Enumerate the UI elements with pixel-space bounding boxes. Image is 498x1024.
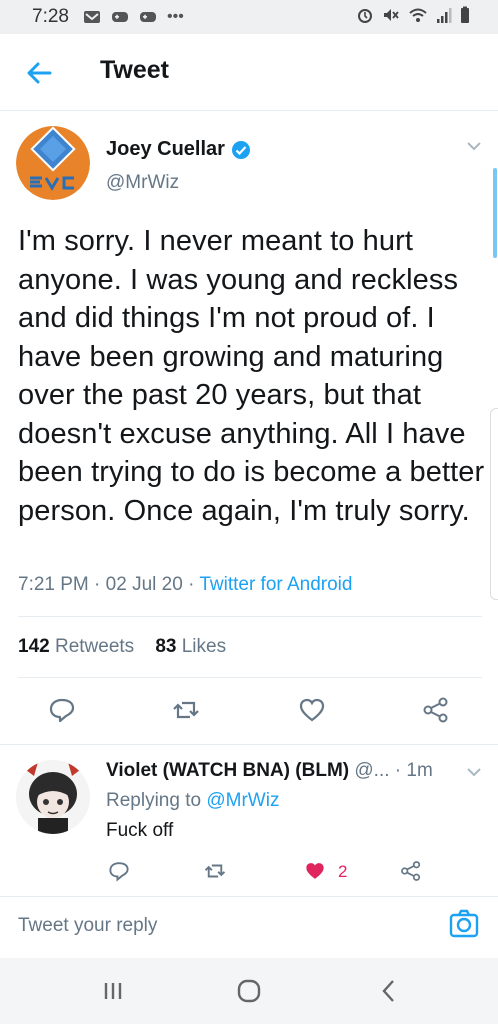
reply-avatar[interactable] xyxy=(16,760,90,834)
status-time: 7:28 xyxy=(32,6,69,27)
divider xyxy=(18,677,482,678)
share-icon[interactable] xyxy=(422,696,450,724)
alarm-icon xyxy=(358,9,372,23)
more-dots-icon: ••• xyxy=(166,8,184,25)
page-title: Tweet xyxy=(100,56,169,84)
replying-to-label: Replying to xyxy=(106,790,202,811)
replying-to-handle-link[interactable]: @MrWiz xyxy=(206,790,279,811)
camera-icon[interactable] xyxy=(448,908,480,940)
author-handle[interactable]: @MrWiz xyxy=(106,172,179,194)
reply-author-handle[interactable]: @... xyxy=(354,760,389,781)
top-app-bar: Tweet xyxy=(0,34,498,111)
retweet-icon[interactable] xyxy=(204,860,226,882)
likes-count: 83 xyxy=(155,636,177,657)
game-controller-icon xyxy=(139,12,156,22)
status-right-icons xyxy=(356,6,470,24)
retweet-icon[interactable] xyxy=(172,696,200,724)
separator: · xyxy=(394,760,402,781)
reply-composer[interactable]: Tweet your reply xyxy=(0,896,498,957)
replying-to: Replying to @MrWiz xyxy=(106,790,279,812)
chevron-down-icon[interactable] xyxy=(466,766,482,778)
mute-icon xyxy=(384,9,399,21)
likes-label: Likes xyxy=(181,636,227,657)
reply-time: 1m xyxy=(406,760,433,781)
liked-heart-icon[interactable] xyxy=(304,860,326,882)
battery-icon xyxy=(461,6,469,23)
recent-apps-icon[interactable] xyxy=(98,976,128,1006)
evo-logo-icon xyxy=(16,126,90,200)
signal-icon xyxy=(437,8,452,23)
anime-avatar-icon xyxy=(16,760,90,834)
reply-icon[interactable] xyxy=(48,696,76,724)
wifi-icon xyxy=(409,8,427,22)
share-icon[interactable] xyxy=(400,860,422,882)
tweet-stats: 142 Retweets 83 Likes xyxy=(18,636,226,658)
scroll-indicator xyxy=(493,168,497,258)
like-heart-icon[interactable] xyxy=(298,696,326,724)
tweet-source-link[interactable]: Twitter for Android xyxy=(199,574,352,595)
back-nav-icon[interactable] xyxy=(374,976,404,1006)
home-icon[interactable] xyxy=(234,976,264,1006)
likes-stat[interactable]: 83 Likes xyxy=(155,636,226,657)
edge-panel-handle[interactable] xyxy=(490,408,498,600)
tweet-actions xyxy=(0,696,498,726)
retweets-stat[interactable]: 142 Retweets xyxy=(18,636,134,657)
retweets-label: Retweets xyxy=(54,636,135,657)
author-name-row[interactable]: Joey Cuellar xyxy=(106,138,251,161)
tweet-time: 7:21 PM xyxy=(18,574,89,595)
separator: · xyxy=(94,574,101,595)
reply-text: Fuck off xyxy=(106,820,174,841)
mail-icon xyxy=(83,11,100,23)
reply-like-count: 2 xyxy=(338,862,348,881)
tweet-text: I'm sorry. I never meant to hurt anyone.… xyxy=(18,225,485,527)
verified-badge-icon xyxy=(231,140,250,159)
separator: · xyxy=(188,574,195,595)
tweet-meta: 7:21 PM · 02 Jul 20 · Twitter for Androi… xyxy=(18,574,352,596)
chevron-down-icon[interactable] xyxy=(466,140,482,152)
status-left-icons: ••• xyxy=(83,8,184,26)
reply-author-name[interactable]: Violet (WATCH BNA) (BLM) xyxy=(106,760,349,781)
divider xyxy=(0,744,498,745)
author-avatar[interactable] xyxy=(16,126,90,200)
reply-header[interactable]: Violet (WATCH BNA) (BLM) @... · 1m xyxy=(106,760,433,782)
back-arrow-icon[interactable] xyxy=(22,56,56,90)
tweet-date: 02 Jul 20 xyxy=(105,574,183,595)
game-controller-icon xyxy=(111,12,128,22)
reply-input-placeholder[interactable]: Tweet your reply xyxy=(18,915,157,937)
divider xyxy=(18,616,482,617)
author-name[interactable]: Joey Cuellar xyxy=(106,138,225,161)
reply-icon[interactable] xyxy=(108,860,130,882)
retweets-count: 142 xyxy=(18,636,50,657)
status-bar: 7:28 ••• xyxy=(0,0,498,34)
